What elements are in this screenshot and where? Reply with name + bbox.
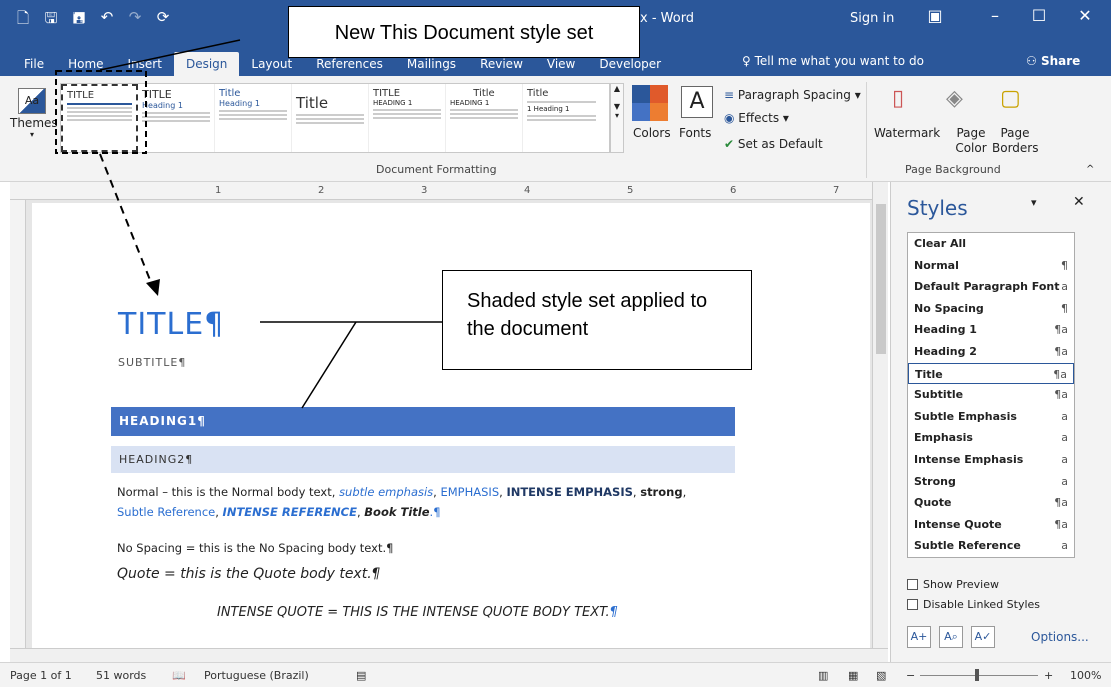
callout-shaded-style-set: Shaded style set applied to the document: [442, 270, 752, 370]
dashed-highlight: [55, 70, 147, 154]
callout-new-style-set: New This Document style set: [288, 6, 640, 58]
arrowhead: [146, 279, 160, 296]
dashed-arrow: [99, 153, 153, 286]
callout-line: [301, 321, 357, 409]
callout-line: [99, 39, 241, 71]
